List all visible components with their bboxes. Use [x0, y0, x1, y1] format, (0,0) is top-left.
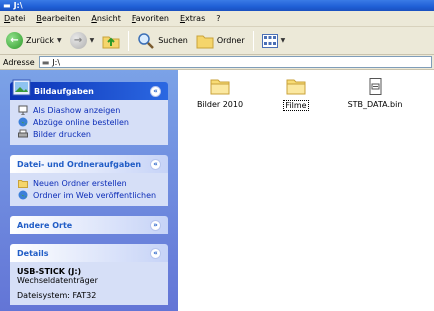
details-title: Details — [17, 248, 49, 258]
menu-ansicht[interactable]: Ansicht — [91, 14, 121, 23]
pictures-icon — [12, 79, 31, 96]
file-tasks-title: Datei- und Ordneraufgaben — [17, 159, 142, 169]
filesystem-info: Dateisystem: FAT32 — [17, 291, 97, 300]
file-item-stb-data[interactable]: STB_DATA.bin — [335, 78, 415, 109]
globe-icon — [18, 117, 28, 127]
item-label: Bilder 2010 — [196, 100, 244, 109]
folder-icon — [286, 79, 306, 95]
views-icon — [261, 33, 278, 48]
drive-type: Wechseldatenträger — [17, 276, 98, 285]
other-places-group: Andere Orte » — [10, 216, 168, 234]
file-tasks-group: Datei- und Ordneraufgaben « Neuen Ordner… — [10, 155, 168, 206]
picture-tasks-header[interactable]: Bildaufgaben « — [10, 79, 168, 100]
search-button[interactable]: Suchen — [135, 30, 190, 52]
task-pane: Bildaufgaben « Als Diashow anzeigen Abzü… — [0, 70, 178, 311]
publish-folder-label: Ordner im Web veröffentlichen — [33, 190, 157, 200]
collapse-icon[interactable]: « — [150, 158, 161, 170]
menu-help[interactable]: ? — [216, 14, 220, 23]
folders-label: Ordner — [216, 36, 245, 45]
menu-favoriten[interactable]: Favoriten — [132, 14, 169, 23]
folder-icon — [210, 79, 230, 95]
address-bar: Adresse ▬ J:\ — [0, 55, 434, 70]
order-prints-label: Abzüge online bestellen — [33, 117, 129, 127]
new-folder-label: Neuen Ordner erstellen — [33, 178, 127, 188]
slideshow-icon — [18, 105, 28, 115]
item-label: Filme — [283, 100, 309, 111]
item-label: STB_DATA.bin — [347, 100, 403, 109]
views-button[interactable]: ▼ — [260, 30, 288, 52]
forward-button[interactable]: → ▼ — [68, 30, 97, 52]
address-input[interactable]: ▬ J:\ — [38, 56, 432, 68]
back-button[interactable]: ← Zurück ▼ — [4, 30, 64, 52]
file-tasks-header[interactable]: Datei- und Ordneraufgaben « — [10, 155, 168, 173]
menu-bearbeiten[interactable]: Bearbeiten — [36, 14, 80, 23]
back-arrow-icon: ← — [6, 32, 23, 49]
folder-icon — [196, 35, 214, 48]
chevron-down-icon[interactable]: ▼ — [90, 37, 95, 44]
window-title: J:\ — [13, 1, 23, 10]
folder-item-filme[interactable]: Filme — [256, 78, 336, 111]
expand-icon[interactable]: » — [150, 219, 161, 231]
menu-extras[interactable]: Extras — [180, 14, 205, 23]
address-value: J:\ — [52, 57, 61, 67]
search-icon — [138, 32, 155, 49]
new-folder-icon — [18, 180, 28, 188]
toolbar-separator — [252, 30, 254, 51]
print-pictures-link[interactable]: Bilder drucken — [18, 128, 162, 140]
drive-name: USB-STICK (J:) — [17, 267, 82, 276]
toolbar-separator — [128, 30, 130, 51]
folders-button[interactable]: Ordner — [194, 30, 247, 52]
slideshow-label: Als Diashow anzeigen — [33, 105, 121, 115]
printer-icon — [18, 129, 28, 138]
order-prints-link[interactable]: Abzüge online bestellen — [18, 116, 162, 128]
collapse-icon[interactable]: « — [150, 247, 161, 259]
publish-folder-link[interactable]: Ordner im Web veröffentlichen — [18, 189, 162, 201]
slideshow-link[interactable]: Als Diashow anzeigen — [18, 104, 162, 116]
drive-icon: ▬ — [41, 57, 50, 67]
chevron-down-icon[interactable]: ▼ — [57, 37, 62, 44]
file-tasks-body: Neuen Ordner erstellen Ordner im Web ver… — [10, 173, 168, 206]
forward-arrow-icon: → — [69, 32, 87, 49]
up-button[interactable] — [100, 30, 122, 52]
folder-item-bilder-2010[interactable]: Bilder 2010 — [180, 78, 260, 109]
other-places-header[interactable]: Andere Orte » — [10, 216, 168, 234]
collapse-icon[interactable]: « — [150, 85, 161, 97]
menu-bar: Datei Bearbeiten Ansicht Favoriten Extra… — [0, 11, 434, 27]
chevron-down-icon[interactable]: ▼ — [281, 37, 286, 44]
file-icon — [369, 78, 382, 95]
address-label: Adresse — [3, 57, 35, 67]
details-group: Details « USB-STICK (J:) Wechseldatenträ… — [10, 244, 168, 305]
new-folder-link[interactable]: Neuen Ordner erstellen — [18, 177, 162, 189]
picture-tasks-body: Als Diashow anzeigen Abzüge online beste… — [10, 100, 168, 145]
file-list[interactable]: Bilder 2010 Filme STB_DATA.bin — [178, 70, 434, 311]
details-header[interactable]: Details « — [10, 244, 168, 262]
back-label: Zurück — [26, 36, 54, 45]
folder-up-icon — [102, 36, 120, 48]
web-publish-icon — [18, 190, 28, 200]
menu-datei[interactable]: Datei — [4, 14, 25, 23]
print-pictures-label: Bilder drucken — [33, 129, 91, 139]
toolbar: ← Zurück ▼ → ▼ Suchen Ordner ▼ — [0, 27, 434, 55]
drive-icon: ▬ — [3, 1, 11, 10]
picture-tasks-title: Bildaufgaben — [34, 86, 94, 96]
title-bar[interactable]: ▬ J:\ — [0, 0, 434, 11]
details-body: USB-STICK (J:) Wechseldatenträger Dateis… — [10, 262, 168, 305]
search-label: Suchen — [158, 36, 188, 45]
other-places-title: Andere Orte — [17, 220, 73, 230]
picture-tasks-group: Bildaufgaben « Als Diashow anzeigen Abzü… — [10, 79, 168, 145]
